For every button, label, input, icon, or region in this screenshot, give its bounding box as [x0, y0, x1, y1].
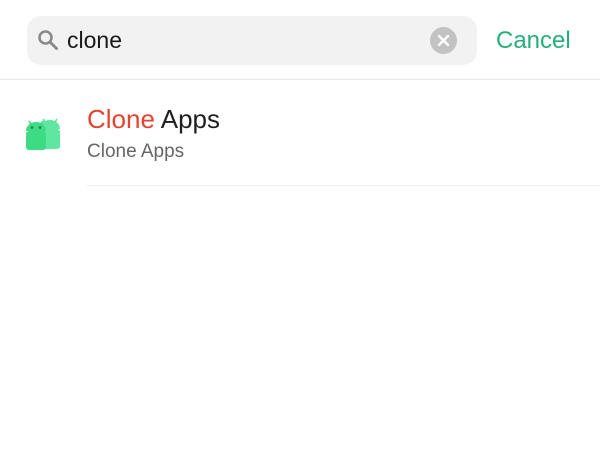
- cancel-button[interactable]: Cancel: [496, 24, 571, 58]
- search-header: Cancel: [0, 0, 600, 80]
- result-title-match: Clone: [87, 104, 155, 134]
- result-divider: [87, 185, 600, 186]
- search-screen: Cancel Clone Apps Clone Apps: [0, 0, 600, 450]
- result-subtitle: Clone Apps: [87, 141, 185, 162]
- search-input[interactable]: [67, 16, 407, 65]
- android-clone-icon: [26, 118, 60, 150]
- clear-icon[interactable]: [430, 27, 457, 54]
- search-result-item[interactable]: Clone Apps Clone Apps: [0, 82, 600, 186]
- search-field[interactable]: [27, 16, 477, 65]
- search-icon: [38, 30, 58, 50]
- result-title: Clone Apps: [87, 103, 220, 135]
- result-title-rest: Apps: [154, 104, 220, 134]
